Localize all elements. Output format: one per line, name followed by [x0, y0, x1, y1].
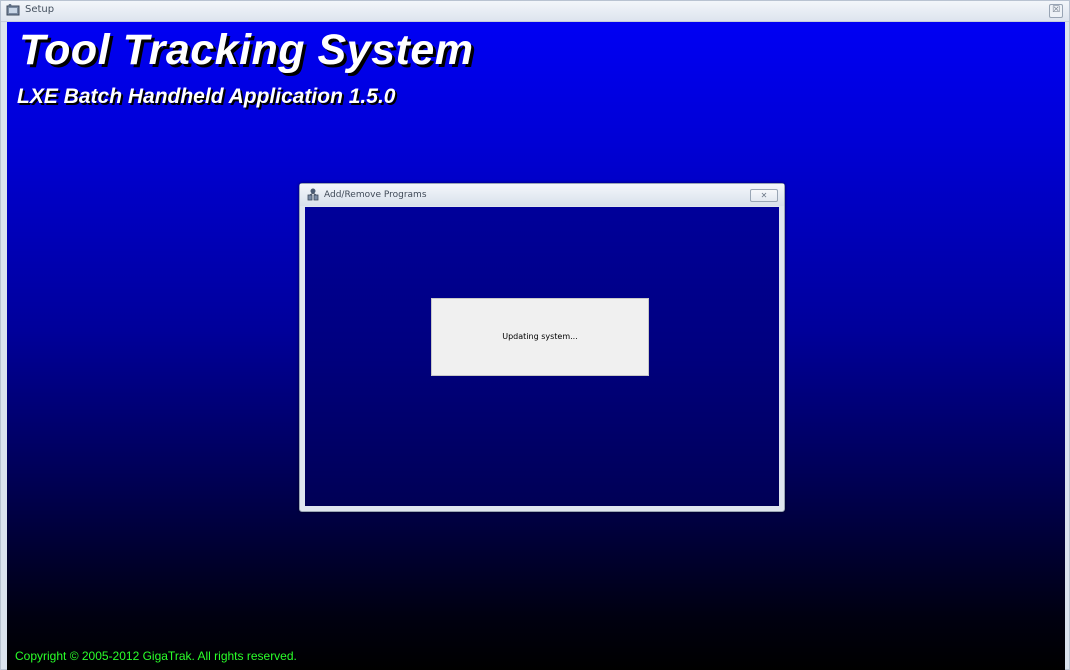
dialog-body: Updating system...: [305, 207, 779, 506]
add-remove-programs-icon: [306, 188, 320, 202]
window-titlebar[interactable]: Setup ☒: [1, 1, 1069, 22]
status-text: Updating system...: [502, 332, 578, 341]
add-remove-programs-dialog: Add/Remove Programs ✕ Updating system...: [299, 183, 785, 512]
setup-icon: [6, 4, 20, 17]
app-subtitle: LXE Batch Handheld Application 1.5.0: [17, 85, 396, 108]
dialog-title: Add/Remove Programs: [324, 190, 427, 200]
dialog-close-button[interactable]: ✕: [750, 189, 778, 202]
copyright-text: Copyright © 2005-2012 GigaTrak. All righ…: [15, 649, 297, 663]
setup-window: Setup ☒ Tool Tracking System LXE Batch H…: [0, 0, 1070, 670]
dialog-titlebar[interactable]: Add/Remove Programs ✕: [300, 184, 784, 206]
app-background: Tool Tracking System LXE Batch Handheld …: [7, 22, 1065, 670]
app-title: Tool Tracking System: [19, 26, 474, 74]
status-message-box: Updating system...: [431, 298, 649, 376]
window-close-button[interactable]: ☒: [1049, 4, 1063, 18]
window-title: Setup: [25, 4, 55, 15]
